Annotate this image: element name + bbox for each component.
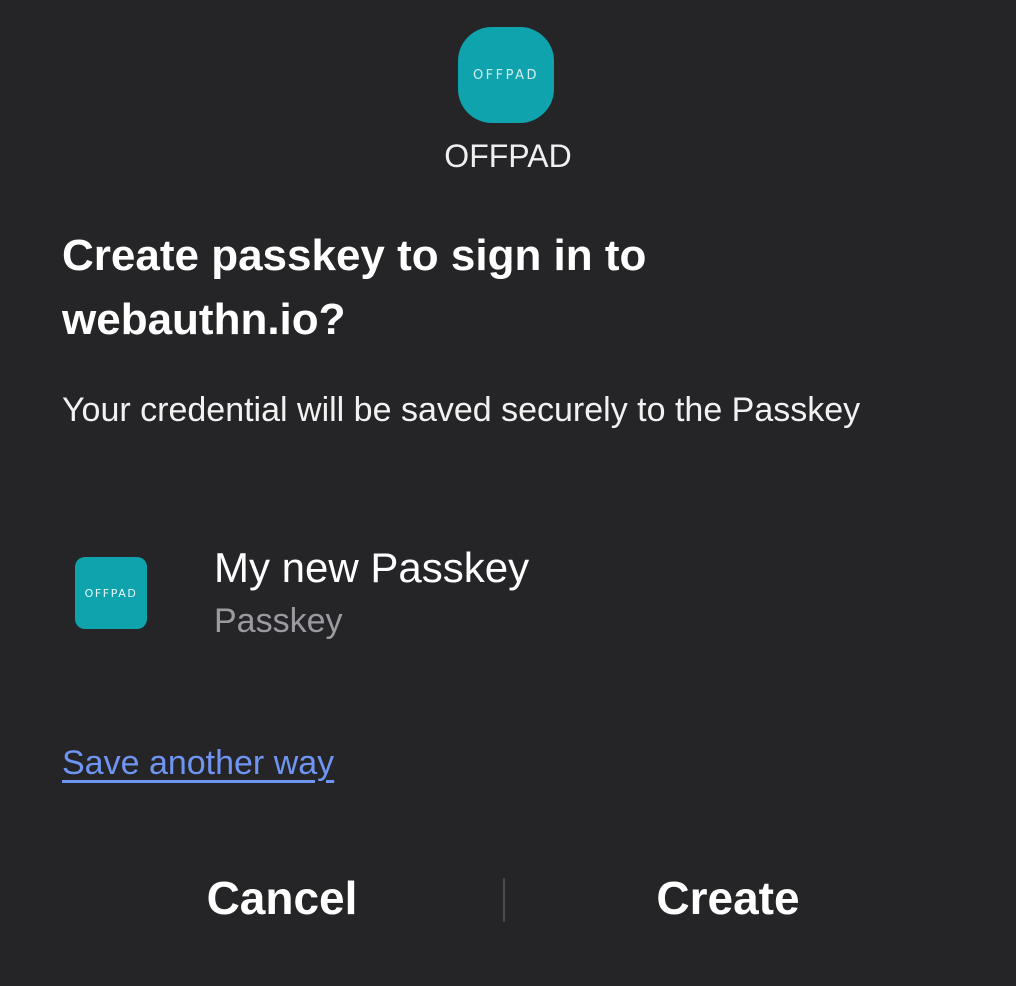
app-logo-text: OFFPAD bbox=[472, 67, 540, 83]
save-another-way-link[interactable]: Save another way bbox=[62, 744, 334, 783]
passkey-name: My new Passkey bbox=[214, 544, 530, 591]
dialog-actions: Cancel Create bbox=[0, 860, 1016, 936]
dialog-description: Your credential will be saved securely t… bbox=[62, 391, 861, 429]
dialog-title: Create passkey to sign in to webauthn.io… bbox=[62, 231, 647, 344]
app-name: OFFPAD bbox=[444, 138, 572, 174]
create-button[interactable]: Create bbox=[488, 860, 968, 936]
cancel-button[interactable]: Cancel bbox=[42, 860, 522, 936]
passkey-type: Passkey bbox=[214, 602, 343, 640]
create-passkey-dialog: OFFPAD OFFPAD Create passkey to sign in … bbox=[0, 0, 1016, 986]
offpad-app-logo-icon: OFFPAD bbox=[458, 27, 554, 123]
account-icon-text: OFFPAD bbox=[84, 586, 138, 600]
passkey-account-row[interactable]: OFFPAD My new Passkey Passkey bbox=[62, 540, 942, 650]
offpad-account-icon: OFFPAD bbox=[75, 557, 147, 629]
